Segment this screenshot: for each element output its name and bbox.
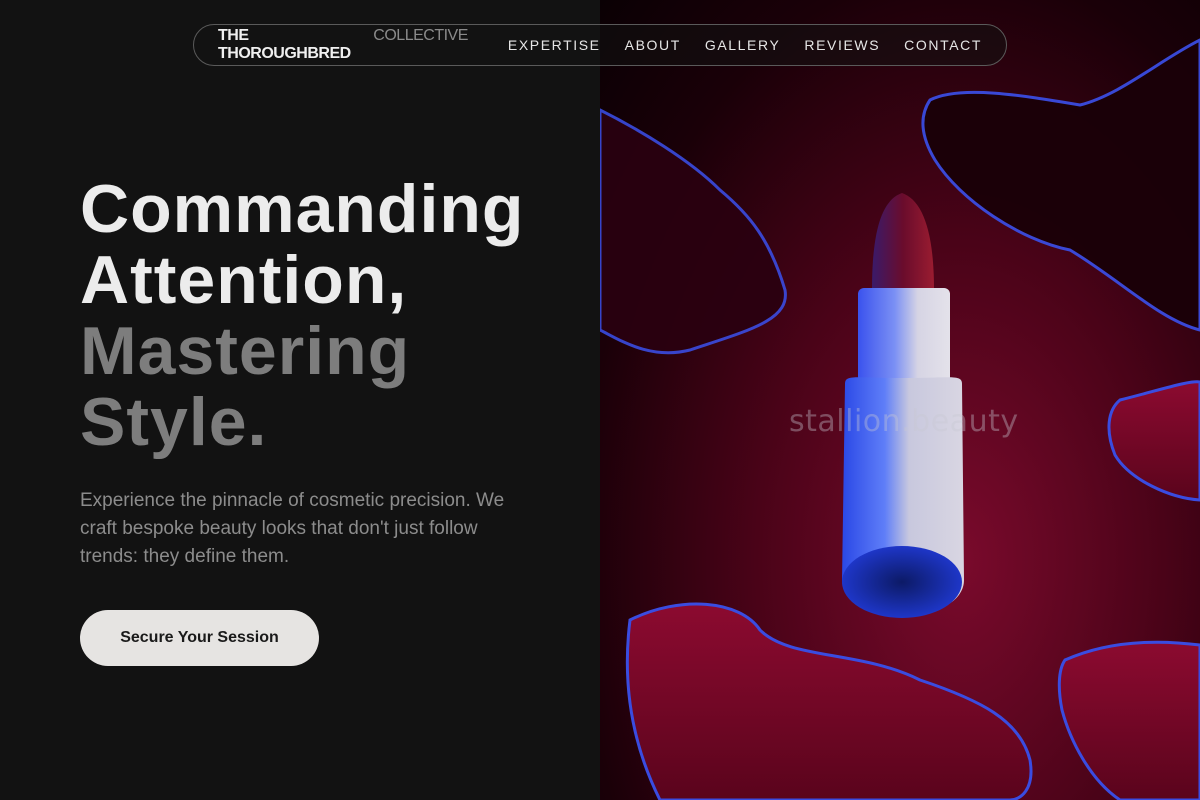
splash-top-right — [921, 38, 1200, 332]
splash-bottom-right — [1057, 640, 1200, 800]
nav-link-about[interactable]: ABOUT — [625, 37, 681, 53]
nav-link-gallery[interactable]: GALLERY — [705, 37, 781, 53]
top-navigation: THE THOROUGHBRED COLLECTIVE EXPERTISE AB… — [193, 24, 1007, 66]
headline-line-3: Mastering — [80, 313, 411, 389]
headline-line-1: Commanding — [80, 171, 525, 247]
hero-description: Experience the pinnacle of cosmetic prec… — [80, 490, 505, 567]
nav-link-expertise[interactable]: EXPERTISE — [508, 37, 601, 53]
brand-name-strong: THE THOROUGHBRED — [218, 27, 351, 62]
hero-image-panel: stallion.beauty — [600, 0, 1200, 800]
splash-right — [1107, 380, 1200, 502]
hero-headline: Commanding Attention, Mastering Style. — [80, 174, 524, 458]
splash-top-left — [600, 108, 787, 355]
brand-name-light: COLLECTIVE — [373, 27, 468, 44]
nav-links: EXPERTISE ABOUT GALLERY REVIEWS CONTACT — [508, 37, 982, 53]
headline-line-2: Attention, — [80, 242, 408, 318]
nav-link-reviews[interactable]: REVIEWS — [804, 37, 880, 53]
secure-session-button[interactable]: Secure Your Session — [80, 610, 319, 666]
headline-line-4: Style. — [80, 384, 268, 460]
nav-link-contact[interactable]: CONTACT — [904, 37, 982, 53]
brand-logo[interactable]: THE THOROUGHBRED COLLECTIVE — [218, 27, 468, 63]
watermark-text: stallion.beauty — [789, 404, 1019, 439]
splash-bottom-left — [625, 602, 1033, 800]
lipstick-photo — [600, 38, 1200, 800]
